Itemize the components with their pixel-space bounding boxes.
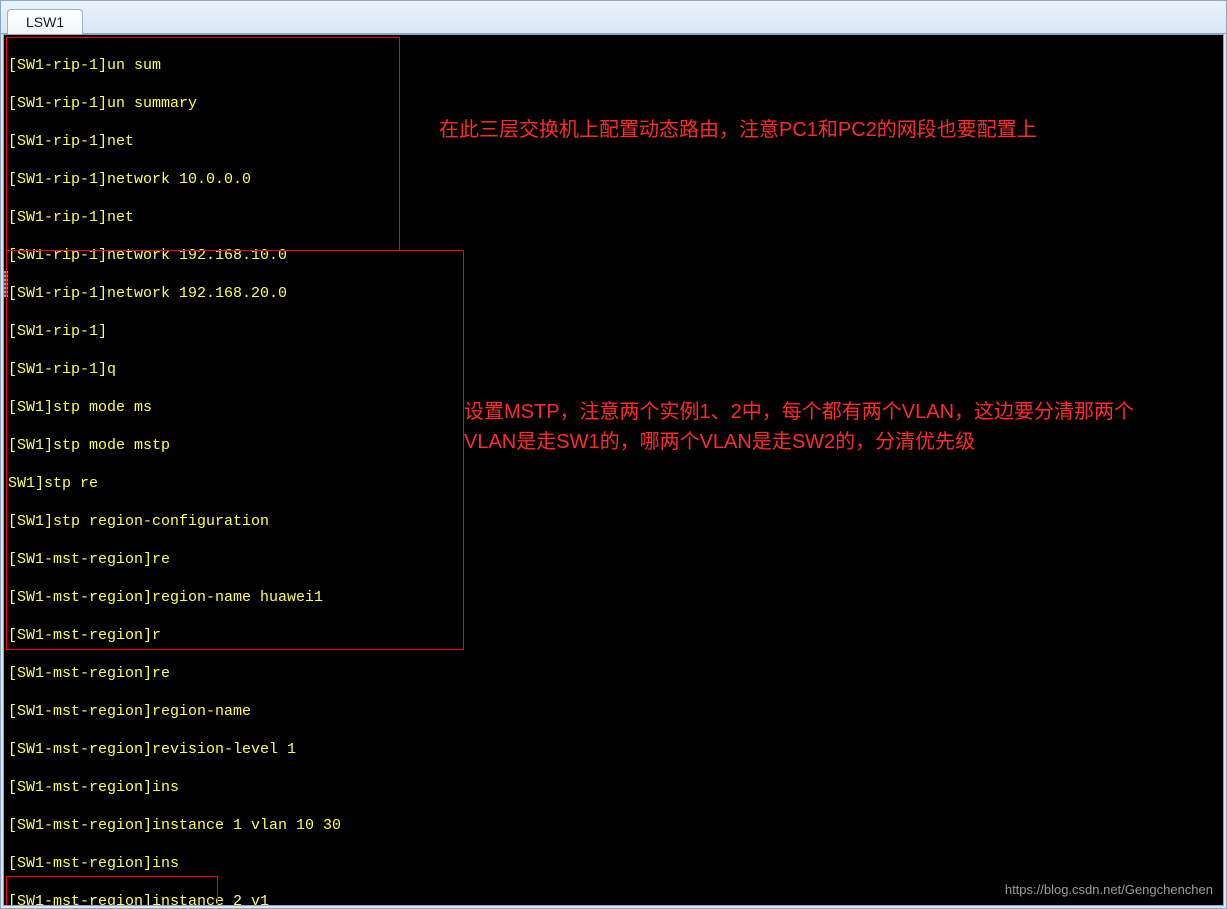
annotation-1: 在此三层交换机上配置动态路由，注意PC1和PC2的网段也要配置上	[439, 115, 1179, 145]
terminal-line: [SW1-rip-1]network 10.0.0.0	[8, 170, 1219, 189]
tab-lsw1[interactable]: LSW1	[7, 9, 83, 34]
terminal-line: [SW1-mst-region]r	[8, 626, 1219, 645]
terminal-line: [SW1-rip-1]net	[8, 208, 1219, 227]
terminal-line: [SW1-rip-1]network 192.168.20.0	[8, 284, 1219, 303]
terminal-line: [SW1-mst-region]region-name	[8, 702, 1219, 721]
terminal-line: [SW1-mst-region]region-name huawei1	[8, 588, 1219, 607]
terminal-line: [SW1-rip-1]	[8, 322, 1219, 341]
terminal-line: SW1]stp re	[8, 474, 1219, 493]
terminal-line: [SW1-mst-region]ins	[8, 854, 1219, 873]
terminal-line: [SW1-mst-region]re	[8, 664, 1219, 683]
terminal-line: [SW1]stp region-configuration	[8, 512, 1219, 531]
terminal-line: [SW1-rip-1]network 192.168.10.0	[8, 246, 1219, 265]
terminal-output[interactable]: [SW1-rip-1]un sum [SW1-rip-1]un summary …	[8, 37, 1219, 903]
terminal-line: [SW1-rip-1]un summary	[8, 94, 1219, 113]
terminal-line: [SW1-mst-region]re	[8, 550, 1219, 569]
terminal-line: [SW1-rip-1]q	[8, 360, 1219, 379]
tab-bar: LSW1	[1, 1, 1226, 34]
window: LSW1 [SW1-rip-1]un sum [SW1-rip-1]un sum…	[0, 0, 1227, 909]
terminal-line: [SW1-mst-region]instance 1 vlan 10 30	[8, 816, 1219, 835]
terminal-line: [SW1-mst-region]ins	[8, 778, 1219, 797]
annotation-2: 设置MSTP，注意两个实例1、2中，每个都有两个VLAN，这边要分清那两个VLA…	[464, 397, 1184, 457]
terminal-line: [SW1-rip-1]un sum	[8, 56, 1219, 75]
tab-label: LSW1	[26, 14, 64, 30]
terminal-panel: [SW1-rip-1]un sum [SW1-rip-1]un summary …	[3, 34, 1224, 906]
watermark: https://blog.csdn.net/Gengchenchen	[1005, 882, 1213, 897]
terminal-line: [SW1-mst-region]revision-level 1	[8, 740, 1219, 759]
